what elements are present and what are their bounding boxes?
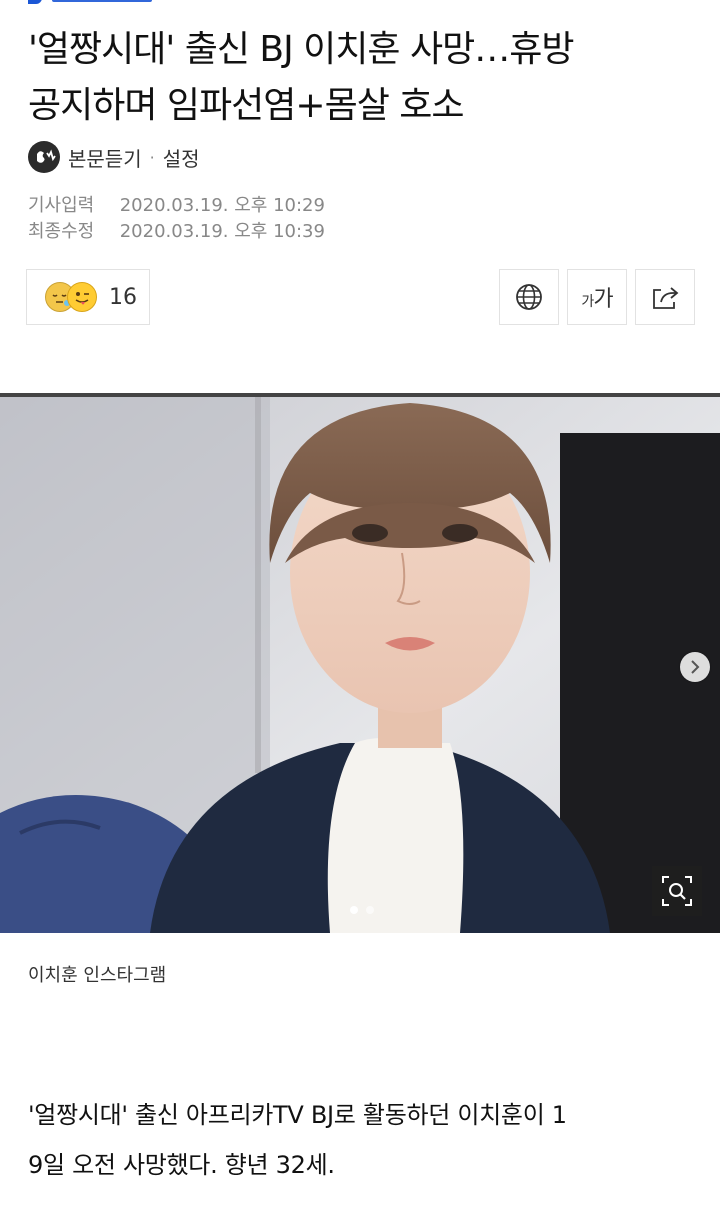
body-line-2: 9일 오전 사망했다. 향년 32세. [28,1151,335,1179]
translate-button[interactable] [499,269,559,325]
article-meta: 기사입력 2020.03.19. 오후 10:29 최종수정 2020.03.1… [28,193,325,245]
next-photo-button[interactable] [680,652,710,682]
globe-icon [516,284,542,310]
pagination-dot[interactable] [366,906,374,914]
modified-row: 최종수정 2020.03.19. 오후 10:39 [28,219,325,245]
listen-settings-row: 본문듣기 · 설정 [28,140,200,174]
text-to-speech-icon[interactable] [28,141,60,173]
news-logo[interactable] [28,0,158,4]
font-size-icon: 가가 [581,281,613,313]
share-icon [653,287,679,309]
article-photo[interactable] [0,393,720,933]
chevron-right-icon [691,660,700,674]
zoom-icon [662,876,692,906]
article-headline: '얼짱시대' 출신 BJ 이치훈 사망…휴방 공지하며 임파선염+몸살 호소 [28,22,698,134]
font-size-large-glyph: 가 [593,287,613,312]
headline-line-2: 공지하며 임파선염+몸살 호소 [28,85,465,126]
font-size-small-glyph: 가 [581,294,594,310]
reaction-count: 16 [109,284,137,310]
font-size-button[interactable]: 가가 [567,269,627,325]
article-page: '얼짱시대' 출신 BJ 이치훈 사망…휴방 공지하며 임파선염+몸살 호소 본… [0,0,720,1212]
modified-value: 2020.03.19. 오후 10:39 [119,221,325,242]
body-line-1: '얼짱시대' 출신 아프리카TV BJ로 활동하던 이치훈이 1 [28,1101,567,1129]
published-row: 기사입력 2020.03.19. 오후 10:29 [28,193,325,219]
published-label: 기사입력 [28,195,95,216]
photo-caption: 이치훈 인스타그램 [28,965,167,986]
logo-wordmark [52,0,152,2]
headline-line-1: '얼짱시대' 출신 BJ 이치훈 사망…휴방 [28,29,574,70]
photo-pagination [350,906,374,914]
published-value: 2020.03.19. 오후 10:29 [119,195,325,216]
portrait-image [0,393,720,933]
settings-button[interactable]: 설정 [163,143,200,172]
tongue-face-icon [67,282,97,312]
separator-dot: · [149,147,155,167]
listen-button[interactable]: 본문듣기 [68,143,142,172]
pagination-dot-active[interactable] [350,906,358,914]
zoom-button[interactable] [652,866,702,916]
reaction-button[interactable]: 16 [26,269,150,325]
share-button[interactable] [635,269,695,325]
article-body: '얼짱시대' 출신 아프리카TV BJ로 활동하던 이치훈이 1 9일 오전 사… [28,1090,698,1190]
logo-mark [28,0,42,4]
modified-label: 최종수정 [28,221,95,242]
